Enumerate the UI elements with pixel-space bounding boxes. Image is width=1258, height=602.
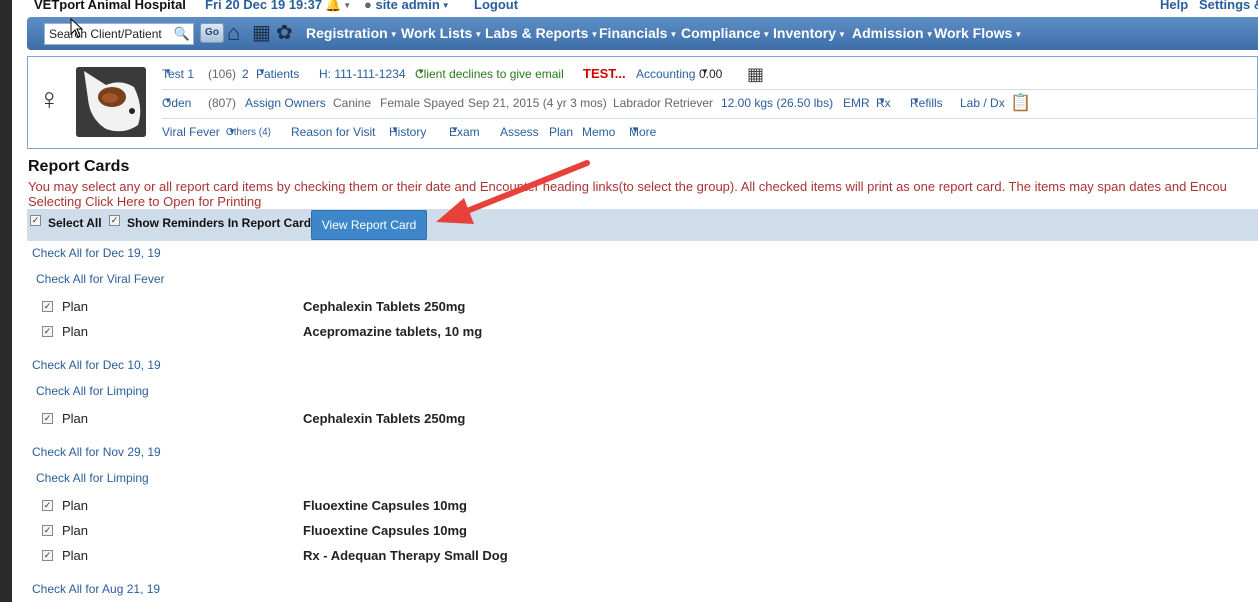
plan-link[interactable]: Plan: [549, 125, 573, 139]
help-link[interactable]: Help: [1160, 0, 1188, 12]
view-report-card-button[interactable]: View Report Card: [311, 210, 427, 240]
item-name: Cephalexin Tablets 250mg: [303, 411, 466, 426]
item-type: Plan: [62, 299, 89, 314]
calendar-icon[interactable]: ▦: [252, 21, 271, 45]
menu-label: Compliance: [681, 25, 761, 41]
item-checkbox[interactable]: ✓: [42, 326, 53, 337]
problem-link[interactable]: Viral Fever: [162, 125, 220, 139]
patient-summary-panel: ♀ Test 1 ▼ (106) 2 Patients ▼ H: 111-111-1…: [27, 56, 1258, 149]
check-all-encounter-link[interactable]: Check All for Limping: [36, 384, 149, 398]
dog-avatar-icon: [76, 67, 146, 137]
item-name: Fluoextine Capsules 10mg: [303, 523, 467, 538]
item-checkbox[interactable]: ✓: [42, 525, 53, 536]
menu-label: Labs & Reports: [485, 25, 589, 41]
item-name: Fluoextine Capsules 10mg: [303, 498, 467, 513]
check-all-date-link[interactable]: Check All for Nov 29, 19: [32, 445, 161, 459]
check-all-date-link[interactable]: Check All for Dec 10, 19: [32, 358, 161, 372]
search-input[interactable]: [45, 24, 173, 44]
home-icon[interactable]: ⌂: [227, 21, 240, 45]
item-checkbox[interactable]: ✓: [42, 550, 53, 561]
search-icon[interactable]: 🔍: [174, 26, 190, 42]
calculator-icon[interactable]: ▦: [747, 64, 764, 85]
hospital-name: VETport Animal Hospital: [34, 0, 186, 12]
date-of-birth: Sep 21, 2015 (4 yr 3 mos): [468, 96, 607, 110]
item-type: Plan: [62, 498, 89, 513]
patient-photo[interactable]: [76, 67, 146, 137]
main-nav-bar: 🔍 Go ⌂ ▦ ✿ Registration▼ Work Lists▼ Lab…: [27, 17, 1258, 50]
top-bar: VETport Animal Hospital Fri 20 Dec 19 19…: [12, 0, 1258, 15]
check-all-encounter-link[interactable]: Check All for Viral Fever: [36, 272, 165, 286]
item-type: Plan: [62, 411, 89, 426]
show-reminders-label: Show Reminders In Report Card: [127, 216, 312, 230]
menu-financials[interactable]: Financials ▼: [599, 25, 677, 41]
patients-count[interactable]: 2: [242, 67, 249, 81]
menu-labs-reports[interactable]: Labs & Reports ▼: [485, 25, 598, 41]
menu-label: Registration: [306, 25, 388, 41]
client-id: (106): [208, 67, 237, 81]
logout-link[interactable]: Logout: [474, 0, 518, 12]
email-note-text: Client declines to give email: [415, 67, 564, 81]
emr-link[interactable]: EMR: [843, 96, 870, 110]
breed: Labrador Retriever: [613, 96, 714, 110]
check-all-encounter-link[interactable]: Check All for Limping: [36, 471, 149, 485]
sex: Female Spayed: [380, 96, 465, 110]
accounting-label[interactable]: Accounting: [636, 67, 695, 81]
paw-icon[interactable]: ✿: [276, 21, 293, 45]
user-menu[interactable]: ● site admin ▼: [364, 0, 450, 12]
item-checkbox[interactable]: ✓: [42, 301, 53, 312]
menu-compliance[interactable]: Compliance ▼: [681, 25, 770, 41]
client-flag[interactable]: TEST...: [583, 66, 626, 81]
menu-label: Work Lists: [401, 25, 473, 41]
item-type: Plan: [62, 324, 89, 339]
chat-icon: ●: [364, 0, 376, 12]
mouse-cursor-icon: [70, 18, 84, 38]
printing-note: Selecting Click Here to Open for Printin…: [28, 194, 262, 209]
show-reminders-checkbox[interactable]: ✓: [109, 215, 120, 226]
item-checkbox[interactable]: ✓: [42, 500, 53, 511]
menu-inventory[interactable]: Inventory ▼: [773, 25, 846, 41]
report-action-bar: ✓ Select All ✓ Show Reminders In Report …: [27, 209, 1258, 241]
user-name: site admin: [375, 0, 440, 12]
search-box: 🔍: [44, 23, 194, 45]
reason-for-visit-link[interactable]: Reason for Visit: [291, 125, 376, 139]
menu-label: Work Flows: [934, 25, 1013, 41]
instructions-text: You may select any or all report card it…: [28, 179, 1227, 194]
patient-id: (807): [208, 96, 237, 110]
lab-dx-link[interactable]: Lab / Dx: [960, 96, 1005, 110]
page-title: Report Cards: [28, 158, 130, 175]
clipboard-icon[interactable]: 📋: [1010, 93, 1031, 113]
species: Canine: [333, 96, 372, 110]
current-datetime: Fri 20 Dec 19 19:37: [205, 0, 323, 12]
select-all-label: Select All: [48, 216, 102, 230]
item-name: Rx - Adequan Therapy Small Dog: [303, 548, 508, 563]
app-page: VETport Animal Hospital Fri 20 Dec 19 19…: [12, 0, 1258, 602]
weight-link[interactable]: 12.00 kgs (26.50 lbs): [721, 96, 833, 110]
item-type: Plan: [62, 548, 89, 563]
menu-label: Admission: [852, 25, 924, 41]
check-all-date-link[interactable]: Check All for Aug 21, 19: [32, 582, 160, 596]
menu-work-flows[interactable]: Work Flows ▼: [934, 25, 1022, 41]
item-type: Plan: [62, 523, 89, 538]
row-divider: [162, 118, 1258, 119]
item-name: Cephalexin Tablets 250mg: [303, 299, 466, 314]
select-all-checkbox[interactable]: ✓: [30, 215, 41, 226]
menu-label: Financials: [599, 25, 668, 41]
menu-work-lists[interactable]: Work Lists ▼: [401, 25, 482, 41]
assess-link[interactable]: Assess: [500, 125, 539, 139]
item-checkbox[interactable]: ✓: [42, 413, 53, 424]
client-phone[interactable]: H: 111-111-1234: [319, 67, 406, 81]
menu-label: Inventory: [773, 25, 837, 41]
go-button[interactable]: Go: [200, 23, 224, 43]
item-name: Acepromazine tablets, 10 mg: [303, 324, 483, 339]
settings-link[interactable]: Settings &: [1199, 0, 1258, 12]
memo-link[interactable]: Memo: [582, 125, 615, 139]
female-gender-icon: ♀: [38, 83, 61, 116]
notification-bell-icon[interactable]: 🔔 ▼: [325, 0, 351, 13]
menu-registration[interactable]: Registration ▼: [306, 25, 398, 41]
assign-owners-link[interactable]: Assign Owners: [245, 96, 326, 110]
check-all-date-link[interactable]: Check All for Dec 19, 19: [32, 246, 161, 260]
row-divider: [162, 89, 1258, 90]
menu-admission[interactable]: Admission ▼: [852, 25, 934, 41]
